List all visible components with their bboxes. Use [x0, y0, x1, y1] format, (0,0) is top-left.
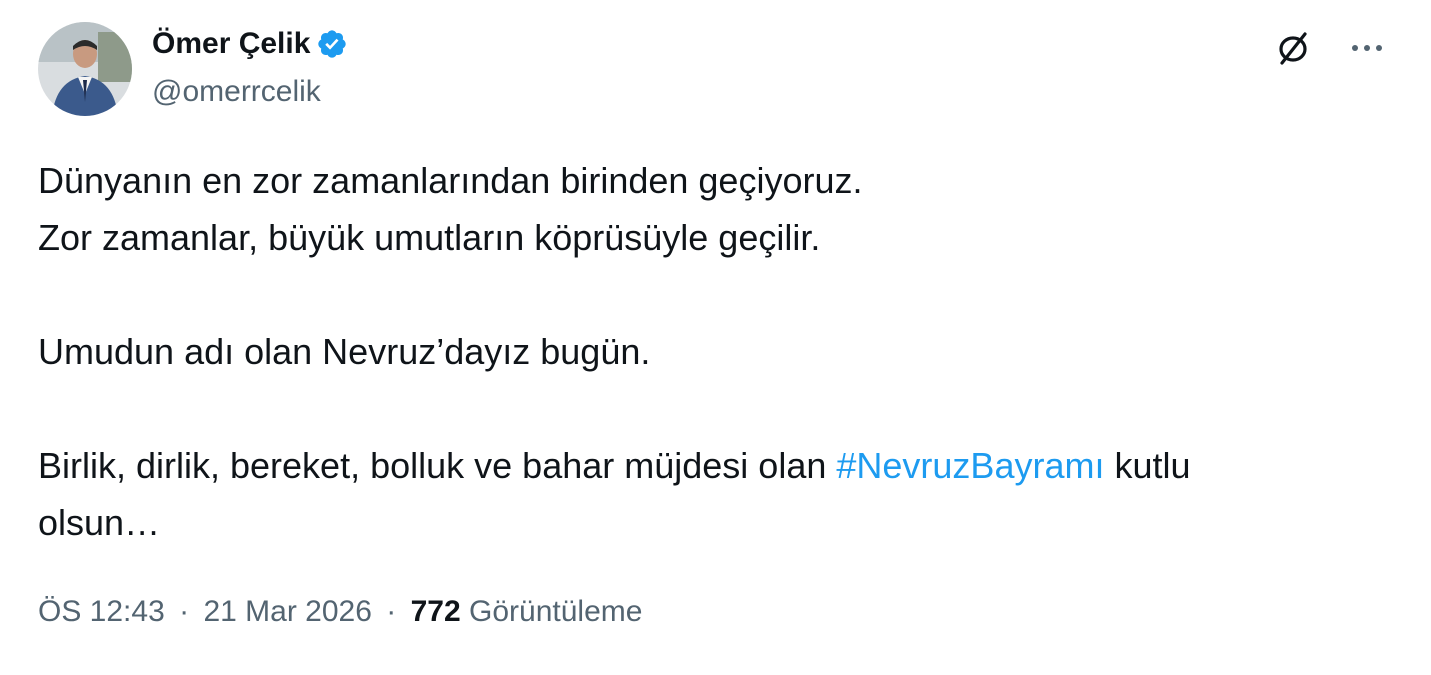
tweet-line-text: kutlu	[1104, 445, 1191, 486]
tweet-line: Birlik, dirlik, bereket, bolluk ve bahar…	[38, 437, 1398, 494]
tweet-line: olsun…	[38, 502, 161, 543]
views-count[interactable]: 772	[411, 595, 461, 628]
tweet-line: Zor zamanlar, büyük umutların köprüsüyle…	[38, 217, 821, 258]
author-name-row: Ömer Çelik	[152, 24, 348, 64]
tweet-line: Dünyanın en zor zamanlarından birinden g…	[38, 160, 863, 201]
tweet-text: Dünyanın en zor zamanlarından birinden g…	[38, 152, 1398, 551]
tweet-card: Ömer Çelik @omerrcelik Dünyanın en zor z…	[0, 0, 1431, 675]
grok-icon[interactable]	[1273, 28, 1313, 68]
more-icon[interactable]	[1347, 28, 1387, 68]
meta-separator: ·	[386, 595, 397, 628]
tweet-date[interactable]: 21 Mar 2026	[203, 595, 371, 628]
tweet-meta: ÖS 12:43 · 21 Mar 2026 · 772 Görüntüleme	[38, 592, 642, 632]
author-display-name[interactable]: Ömer Çelik	[152, 24, 310, 64]
verified-badge-icon[interactable]	[316, 28, 348, 60]
meta-separator: ·	[179, 595, 190, 628]
avatar[interactable]	[38, 22, 132, 116]
tweet-top-actions	[1273, 28, 1387, 68]
tweet-line-text: Birlik, dirlik, bereket, bolluk ve bahar…	[38, 445, 837, 486]
tweet-line: Umudun adı olan Nevruz’dayız bugün.	[38, 331, 651, 372]
views-label: Görüntüleme	[469, 595, 643, 628]
author-handle[interactable]: @omerrcelik	[152, 72, 321, 112]
tweet-time[interactable]: ÖS 12:43	[38, 595, 165, 628]
hashtag-link[interactable]: #NevruzBayramı	[836, 445, 1104, 486]
avatar-image	[38, 22, 132, 116]
